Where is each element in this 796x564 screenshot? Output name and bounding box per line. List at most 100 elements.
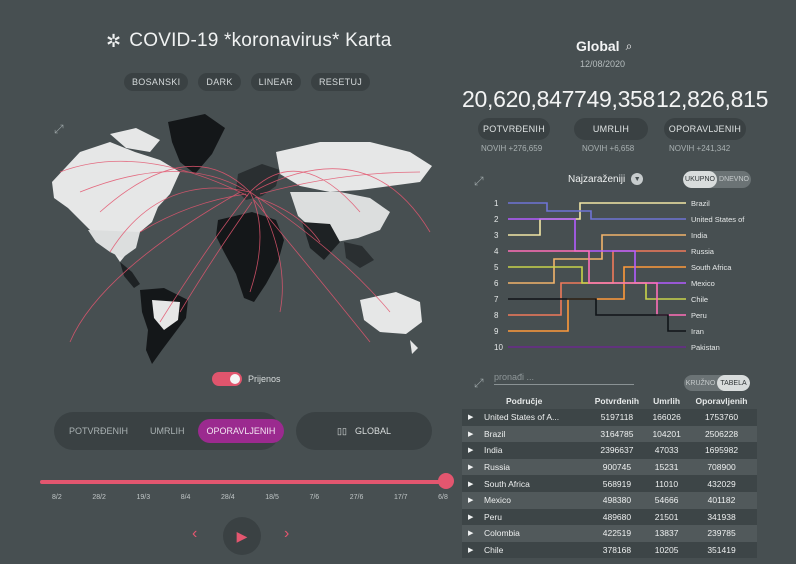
cell-area: South Africa bbox=[484, 475, 587, 492]
table-row[interactable]: ▶ Russia 900745 15231 708900 bbox=[462, 458, 757, 476]
deaths-count: 749,358 bbox=[574, 86, 656, 112]
world-map[interactable] bbox=[40, 112, 440, 370]
rank-country-label: Pakistan bbox=[691, 343, 720, 352]
table-row[interactable]: ▶ Chile 378168 10205 351419 bbox=[462, 541, 757, 559]
summary-title-text: Global bbox=[576, 38, 620, 54]
previous-icon[interactable]: ‹ bbox=[192, 525, 197, 543]
rank-line bbox=[508, 234, 686, 284]
timeline-tick: 8/2 bbox=[52, 494, 62, 501]
cell-confirmed: 498380 bbox=[586, 491, 648, 509]
tab-confirmed[interactable]: POTVRĐENIH bbox=[60, 419, 137, 443]
deaths-button[interactable]: UMRLIH bbox=[574, 118, 648, 140]
theme-button[interactable]: DARK bbox=[198, 73, 241, 91]
rank-country-label: Peru bbox=[691, 311, 707, 320]
rank-label: 9 bbox=[494, 327, 499, 336]
tab-recovered[interactable]: OPORAVLJENIH bbox=[197, 419, 285, 443]
cell-area: India bbox=[484, 442, 587, 459]
transfer-toggle[interactable] bbox=[212, 372, 242, 386]
cell-recovered: 351419 bbox=[686, 541, 757, 559]
global-button[interactable]: ▯▯ GLOBAL bbox=[296, 412, 432, 450]
recovered-count: 12,826,815 bbox=[656, 86, 769, 112]
confirmed-button[interactable]: POTVRĐENIH bbox=[478, 118, 550, 140]
next-icon[interactable]: › bbox=[284, 525, 289, 543]
table-header-deaths[interactable]: Umrlih bbox=[647, 393, 686, 409]
table-header-confirmed[interactable]: Potvrđenih bbox=[587, 393, 648, 409]
table-row[interactable]: ▶ Brazil 3164785 104201 2506228 bbox=[462, 425, 757, 443]
confirmed-new: NOVIH +276,659 bbox=[481, 144, 543, 153]
country-search-input[interactable]: pronađi ... bbox=[494, 372, 634, 385]
table-row[interactable]: ▶ Mexico 498380 54666 401182 bbox=[462, 491, 757, 509]
rank-country-label: Brazil bbox=[691, 199, 710, 208]
table-row[interactable]: ▶ Peru 489680 21501 341938 bbox=[462, 508, 757, 526]
ranking-dropdown[interactable]: Najzaraženiji ▼ bbox=[568, 173, 644, 185]
expand-row-icon[interactable]: ▶ bbox=[462, 475, 484, 492]
table-header-recovered[interactable]: Oporavljenih bbox=[686, 393, 757, 409]
cell-confirmed: 900745 bbox=[586, 458, 648, 476]
table-expand-icon[interactable]: ⤢ bbox=[474, 376, 484, 391]
timeline-tick: 17/7 bbox=[393, 494, 408, 501]
timeline-tick: 28/4 bbox=[221, 494, 235, 501]
search-icon[interactable]: ⌕ bbox=[626, 39, 633, 54]
timeline-handle[interactable] bbox=[438, 473, 454, 489]
expand-row-icon[interactable]: ▶ bbox=[462, 442, 484, 459]
ranking-mode-total[interactable]: UKUPNO bbox=[683, 171, 717, 188]
cell-confirmed: 3164785 bbox=[586, 425, 648, 443]
timeline-tick: 18/5 bbox=[265, 494, 279, 501]
deaths-new: NOVIH +6,658 bbox=[582, 144, 635, 153]
rank-country-label: Chile bbox=[691, 295, 708, 304]
cell-confirmed: 2396637 bbox=[586, 442, 648, 459]
cell-area: United States of A... bbox=[484, 409, 587, 426]
rank-country-label: Iran bbox=[691, 327, 704, 336]
table-row[interactable]: ▶ Colombia 422519 13837 239785 bbox=[462, 525, 757, 542]
cell-deaths: 13837 bbox=[647, 525, 686, 542]
ranking-chart: 1 Brazil 2 United States of 3 India 4 Russia 5 So… bbox=[494, 199, 745, 352]
rank-country-label: Mexico bbox=[691, 279, 715, 288]
timeline-track[interactable] bbox=[40, 480, 446, 484]
rank-label: 4 bbox=[494, 247, 499, 256]
ranking-mode-daily[interactable]: DNEVNO bbox=[717, 171, 751, 188]
cell-recovered: 1753760 bbox=[686, 409, 757, 426]
timeline-tick: 8/4 bbox=[180, 494, 191, 501]
view-mode-table[interactable]: TABELA bbox=[717, 375, 750, 391]
play-button[interactable]: ▶ bbox=[223, 517, 261, 555]
expand-row-icon[interactable]: ▶ bbox=[462, 458, 484, 476]
cell-deaths: 166026 bbox=[647, 409, 686, 426]
timeline-tick: 19/3 bbox=[136, 494, 151, 501]
tab-deaths[interactable]: UMRLIH bbox=[141, 419, 194, 443]
rank-label: 8 bbox=[494, 311, 499, 320]
recovered-button[interactable]: OPORAVLJENIH bbox=[664, 118, 746, 140]
expand-row-icon[interactable]: ▶ bbox=[462, 409, 484, 426]
cell-deaths: 11010 bbox=[647, 475, 686, 492]
view-mode-switch[interactable]: KRUŽNO TABELA bbox=[684, 375, 750, 391]
table-header-area[interactable]: Područje bbox=[484, 393, 587, 409]
rank-label: 10 bbox=[494, 343, 503, 352]
expand-row-icon[interactable]: ▶ bbox=[462, 425, 484, 443]
language-button[interactable]: BOSANSKI bbox=[124, 73, 189, 91]
cell-recovered: 239785 bbox=[686, 525, 757, 542]
scale-button[interactable]: LINEAR bbox=[250, 73, 301, 91]
view-mode-circular[interactable]: KRUŽNO bbox=[684, 375, 717, 391]
cell-area: Peru bbox=[484, 508, 587, 526]
cell-confirmed: 568919 bbox=[586, 475, 648, 492]
cell-confirmed: 5197118 bbox=[586, 409, 648, 426]
cell-deaths: 21501 bbox=[647, 508, 686, 526]
confirmed-count: 20,620,847 bbox=[462, 86, 575, 112]
ranking-expand-icon[interactable]: ⤢ bbox=[474, 174, 484, 189]
expand-row-icon[interactable]: ▶ bbox=[462, 525, 484, 542]
table-row[interactable]: ▶ South Africa 568919 11010 432029 bbox=[462, 475, 757, 492]
reset-button[interactable]: RESETUJ bbox=[310, 73, 371, 91]
table-header-spacer bbox=[462, 393, 484, 409]
rank-label: 7 bbox=[494, 295, 499, 304]
ranking-mode-switch[interactable]: UKUPNO DNEVNO bbox=[683, 171, 751, 188]
app-title: ✲ COVID-19 *koronavirus* Karta bbox=[106, 30, 392, 52]
cell-area: Russia bbox=[484, 458, 587, 476]
cell-deaths: 47033 bbox=[647, 442, 686, 459]
table-row[interactable]: ▶ India 2396637 47033 1695982 bbox=[462, 442, 757, 459]
table-row[interactable]: ▶ United States of A... 5197118 166026 17537… bbox=[462, 409, 757, 426]
cell-area: Colombia bbox=[484, 525, 587, 542]
expand-row-icon[interactable]: ▶ bbox=[462, 508, 484, 526]
expand-row-icon[interactable]: ▶ bbox=[462, 541, 484, 559]
virus-icon: ✲ bbox=[106, 30, 122, 51]
rank-country-label: India bbox=[691, 231, 708, 240]
expand-row-icon[interactable]: ▶ bbox=[462, 491, 484, 509]
